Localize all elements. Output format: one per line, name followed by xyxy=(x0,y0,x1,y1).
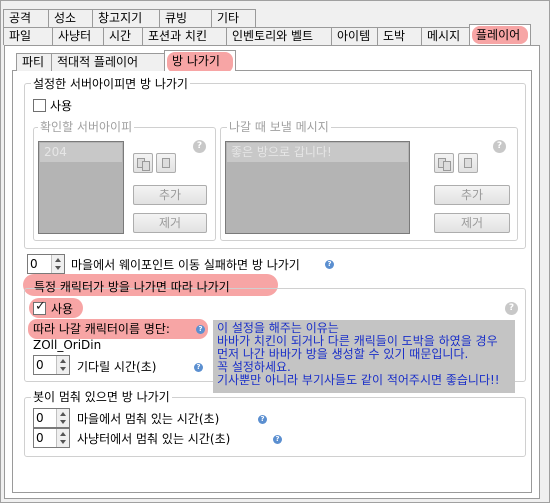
spinner-arrows[interactable] xyxy=(51,255,64,273)
message-add-button[interactable]: 추가 xyxy=(434,185,510,205)
town-stuck-help-icon[interactable]: ? xyxy=(258,415,267,424)
server-ip-use-checkbox[interactable] xyxy=(33,99,46,112)
waypoint-fail-label: 마을에서 웨이포인트 이동 실패하면 방 나가기 xyxy=(71,258,300,272)
wait-time-label: 기다릴 시간(초) xyxy=(77,360,157,374)
field-stuck-help-icon[interactable]: ? xyxy=(273,435,282,444)
town-stuck-spinner[interactable]: 0 xyxy=(33,408,70,428)
town-stuck-value: 0 xyxy=(36,411,44,425)
copy-icon-back xyxy=(443,161,451,171)
field-stuck-label: 사냥터에서 멈춰 있는 시간(초) xyxy=(77,432,231,446)
spinner-arrows[interactable] xyxy=(56,356,69,374)
waypoint-fail-spinner[interactable]: 0 xyxy=(27,254,65,274)
follow-leave-title: 특정 캐릭터가 방을 나가면 따라 나가기 xyxy=(34,280,230,294)
char-list-label: 따라 나갈 캐릭터이름 명단: xyxy=(33,322,170,336)
check-mark-icon: ✓ xyxy=(35,299,46,314)
ip-remove-button[interactable]: 제거 xyxy=(133,213,207,233)
waypoint-help-icon[interactable]: ? xyxy=(325,260,334,269)
wait-time-help-icon[interactable]: ? xyxy=(194,363,203,372)
bot-stuck-group xyxy=(24,397,526,457)
message-remove-button[interactable]: 제거 xyxy=(434,213,510,233)
server-ip-use-label: 사용 xyxy=(50,99,73,113)
bot-stuck-title: 봇이 멈춰 있으면 방 나가기 xyxy=(31,390,172,404)
clipboard-icon xyxy=(464,158,472,168)
message-list-item[interactable]: 좋은 방으로 갑니다! xyxy=(227,143,408,162)
annotation-note: 이 설정을 해주는 이유는 바바가 치킨이 되거나 다른 캐릭들이 도박을 하였… xyxy=(213,320,515,393)
wait-time-value: 0 xyxy=(36,358,44,372)
ip-list-item[interactable]: 204 xyxy=(40,143,122,162)
message-help-icon[interactable]: ? xyxy=(493,140,506,153)
ip-help-icon[interactable]: ? xyxy=(193,140,206,153)
char-list-help-icon[interactable]: ? xyxy=(196,325,205,334)
waypoint-fail-value: 0 xyxy=(30,257,38,271)
ip-list-group-title: 확인할 서버아이피 xyxy=(38,120,135,134)
ip-add-button[interactable]: 추가 xyxy=(133,185,207,205)
follow-use-checkbox[interactable]: ✓ xyxy=(33,299,46,315)
server-ip-group-title: 설정한 서버아이피면 방 나가기 xyxy=(31,77,190,91)
follow-use-label: 사용 xyxy=(51,302,74,316)
spinner-arrows[interactable] xyxy=(56,429,69,447)
follow-leave-help-icon[interactable]: ? xyxy=(505,302,518,315)
message-paste-button[interactable] xyxy=(434,153,454,173)
town-stuck-label: 마을에서 멈춰 있는 시간(초) xyxy=(77,412,220,426)
spinner-arrows[interactable] xyxy=(56,409,69,427)
ip-copy-button[interactable] xyxy=(156,153,176,173)
field-stuck-spinner[interactable]: 0 xyxy=(33,428,70,448)
note-line: 기사뿐만 아니라 부기사들도 같이 적어주시면 좋습니다!! xyxy=(217,373,500,387)
message-list-group-title: 나갈 때 보낼 메시지 xyxy=(227,120,331,134)
message-listbox[interactable]: 좋은 방으로 갑니다! xyxy=(225,141,410,234)
clipboard-icon xyxy=(162,158,170,168)
ip-listbox[interactable]: 204 xyxy=(38,141,124,234)
field-stuck-value: 0 xyxy=(36,431,44,445)
message-copy-button[interactable] xyxy=(458,153,478,173)
ip-paste-button[interactable] xyxy=(133,153,153,173)
wait-time-spinner[interactable]: 0 xyxy=(33,355,70,375)
copy-icon-back xyxy=(142,161,150,171)
char-list-value[interactable]: ZOll_OriDin xyxy=(33,338,101,352)
